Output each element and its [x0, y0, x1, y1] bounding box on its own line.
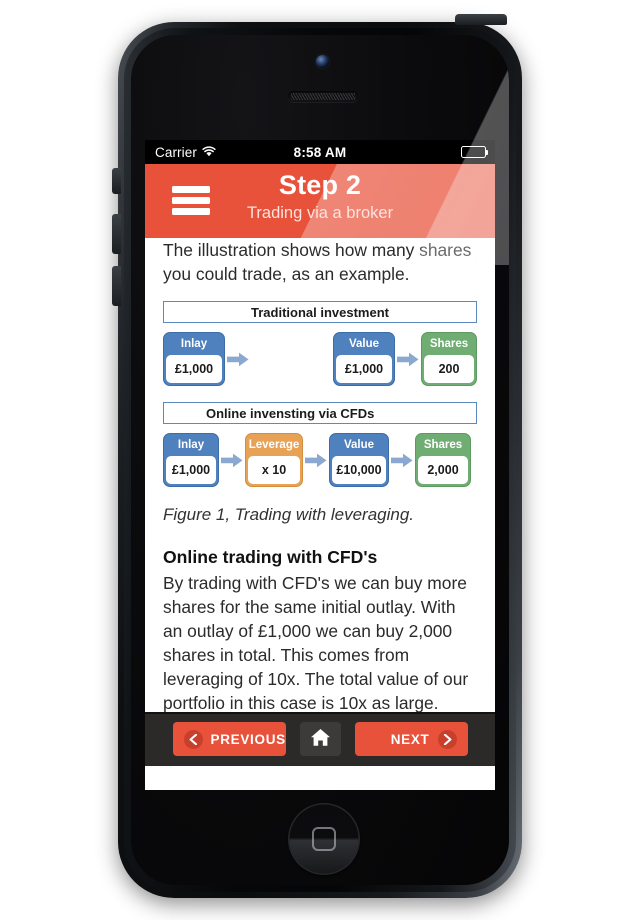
home-button-square-icon — [312, 827, 336, 851]
node-caption: Value — [343, 439, 375, 452]
node-leverage: Leverage x 10 — [245, 433, 303, 488]
volume-up-button[interactable] — [112, 214, 121, 254]
node-caption: Value — [348, 338, 380, 351]
node-value-box: Value £1,000 — [333, 332, 395, 387]
node-caption: Leverage — [248, 439, 300, 452]
bottom-navigation-bar: PREVIOUS NEXT — [145, 712, 495, 766]
node-inlay: Inlay £1,000 — [163, 433, 219, 488]
section-title: Online trading with CFD's — [163, 547, 378, 568]
arrow-right-icon — [225, 352, 251, 367]
home-nav-button[interactable] — [299, 722, 341, 756]
paragraph-body: By trading with CFD's we can buy more sh… — [163, 573, 469, 712]
device-screen: Carrier 8:58 AM Step 2 Trading via a bro… — [145, 140, 495, 790]
node-caption: Shares — [429, 338, 469, 351]
power-button[interactable] — [455, 14, 507, 25]
node-value: £1,000 — [166, 355, 222, 384]
next-label: NEXT — [390, 731, 430, 747]
previous-label: PREVIOUS — [210, 731, 286, 747]
node-shares: Shares 200 — [421, 332, 477, 387]
chevron-left-icon — [183, 729, 203, 749]
flow-row-traditional: Inlay £1,000 Value £1,000 Shares 200 — [163, 330, 477, 388]
arrow-right-icon — [395, 352, 421, 367]
chevron-right-icon — [437, 729, 457, 749]
status-bar-right — [461, 146, 489, 158]
battery-full-icon — [461, 146, 489, 158]
home-icon — [310, 728, 331, 750]
node-value: x 10 — [248, 456, 300, 485]
hamburger-bar — [172, 186, 210, 193]
previous-button[interactable]: PREVIOUS — [172, 722, 286, 756]
node-shares: Shares 2,000 — [415, 433, 471, 488]
band-traditional-investment: Traditional investment — [163, 301, 477, 324]
node-caption: Inlay — [177, 439, 205, 452]
node-value-box: Value £10,000 — [329, 433, 389, 488]
node-caption: Inlay — [180, 338, 208, 351]
hamburger-bar — [172, 208, 210, 215]
arrow-right-icon — [303, 453, 329, 468]
earpiece-speaker-icon — [288, 91, 358, 102]
node-caption: Shares — [423, 439, 463, 452]
node-value: £1,000 — [166, 456, 216, 485]
arrow-right-icon — [389, 453, 415, 468]
node-value: 2,000 — [418, 456, 468, 485]
band-online-investing-cfds: Online invensting via CFDs — [163, 402, 477, 425]
front-camera-icon — [316, 55, 329, 68]
app-header: Step 2 Trading via a broker — [145, 164, 495, 238]
speaker-mesh — [291, 93, 355, 100]
volume-down-button[interactable] — [112, 266, 121, 306]
mute-switch[interactable] — [112, 168, 121, 194]
status-bar: Carrier 8:58 AM — [145, 140, 495, 164]
figure-leveraging: Traditional investment Inlay £1,000 Valu… — [163, 301, 477, 525]
arrow-right-icon — [219, 453, 245, 468]
home-button[interactable] — [288, 803, 360, 875]
content-area[interactable]: demonstrated in the illustration below. … — [145, 238, 495, 712]
status-bar-time: 8:58 AM — [293, 144, 347, 160]
hamburger-bar — [172, 197, 210, 204]
screenshot-stage: Carrier 8:58 AM Step 2 Trading via a bro… — [0, 0, 640, 920]
flow-row-cfds: Inlay £1,000 Leverage x 10 Value £10,000… — [163, 431, 477, 489]
next-button[interactable]: NEXT — [354, 722, 468, 756]
paragraph-intro: The illustration shows how many shares y… — [163, 240, 472, 285]
node-inlay: Inlay £1,000 — [163, 332, 225, 387]
node-value: £10,000 — [332, 456, 386, 485]
figure-caption: Figure 1, Trading with leveraging. — [163, 505, 415, 525]
hamburger-menu-icon[interactable] — [172, 186, 210, 215]
node-value: £1,000 — [336, 355, 392, 384]
node-value: 200 — [424, 355, 474, 384]
